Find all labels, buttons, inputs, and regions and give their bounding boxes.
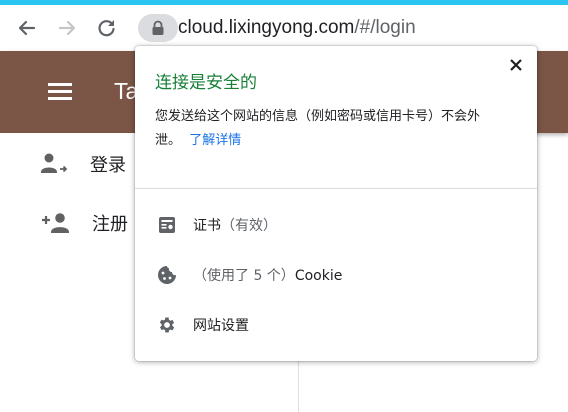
certificate-label: 证书 <box>193 218 221 234</box>
sidebar-item-register[interactable]: 注册 <box>40 203 128 243</box>
cookie-icon <box>155 263 179 287</box>
gear-icon <box>155 313 179 337</box>
close-icon <box>510 59 522 71</box>
add-user-icon <box>42 213 69 233</box>
url-host: cloud.lixingyong.com <box>178 17 355 38</box>
arrow-right-icon <box>58 20 76 36</box>
reload-icon <box>98 20 115 37</box>
reload-button[interactable] <box>94 15 120 41</box>
certificate-status: （有效） <box>221 218 277 234</box>
popup-description: 您发送给这个网站的信息（例如密码或信用卡号）不会外泄。 了解详情 <box>155 105 521 153</box>
cookies-row[interactable]: （使用了 5 个）Cookie <box>155 260 342 290</box>
browser-toolbar: cloud.lixingyong.com/#/login <box>0 5 568 51</box>
sidebar-item-login[interactable]: 登录 <box>40 144 126 184</box>
arrow-left-icon <box>18 20 36 36</box>
divider <box>135 188 537 189</box>
address-bar[interactable]: cloud.lixingyong.com/#/login <box>178 17 416 39</box>
site-info-popup: 连接是安全的 您发送给这个网站的信息（例如密码或信用卡号）不会外泄。 了解详情 … <box>135 46 537 361</box>
site-info-button[interactable] <box>138 14 178 42</box>
forward-button[interactable] <box>54 15 80 41</box>
url-path: /#/login <box>354 17 416 38</box>
close-button[interactable] <box>507 56 525 74</box>
site-settings-row[interactable]: 网站设置 <box>155 310 249 340</box>
menu-icon[interactable] <box>48 83 72 101</box>
certificate-icon <box>155 213 179 237</box>
cookie-count: （使用了 5 个） <box>193 268 295 284</box>
sidebar-item-label: 登录 <box>90 155 126 176</box>
back-button[interactable] <box>14 15 40 41</box>
login-user-icon <box>41 153 68 173</box>
certificate-row[interactable]: 证书（有效） <box>155 210 277 240</box>
learn-more-link[interactable]: 了解详情 <box>189 133 241 148</box>
lock-icon <box>152 20 164 35</box>
cookie-label: Cookie <box>294 268 343 284</box>
sidebar-item-label: 注册 <box>92 214 128 235</box>
popup-title: 连接是安全的 <box>155 73 257 93</box>
site-settings-label: 网站设置 <box>193 318 249 334</box>
